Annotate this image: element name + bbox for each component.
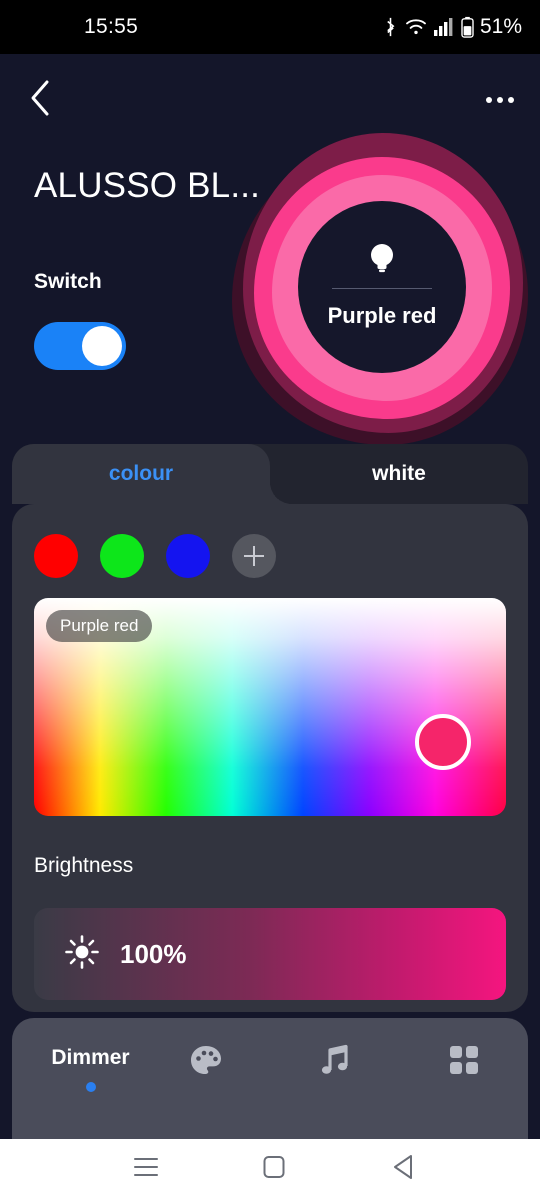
nav-item-music[interactable] [270, 1044, 399, 1114]
current-color-name: Purple red [327, 303, 437, 328]
back-button[interactable] [14, 74, 66, 126]
nav-label-dimmer: Dimmer [51, 1046, 130, 1069]
overflow-menu-icon [497, 97, 503, 103]
color-picker-thumb[interactable] [415, 714, 471, 770]
brightness-label: Brightness [34, 854, 134, 877]
android-recents-button[interactable] [120, 1144, 172, 1196]
android-back-button[interactable] [378, 1144, 430, 1196]
preset-swatch-green[interactable] [100, 534, 144, 578]
home-icon [263, 1155, 285, 1184]
overflow-menu-button[interactable] [474, 74, 526, 126]
nav-item-dimmer[interactable]: Dimmer [26, 1044, 155, 1114]
recents-icon [133, 1156, 159, 1183]
add-preset-button[interactable] [232, 534, 276, 578]
light-bulb-icon [367, 241, 397, 280]
color-picker-field[interactable]: Purple red [34, 598, 506, 816]
overflow-menu-icon [508, 97, 514, 103]
brightness-slider[interactable]: 100% [34, 908, 506, 1000]
light-status-indicator[interactable]: Purple red [232, 133, 532, 453]
status-time: 15:55 [84, 15, 139, 38]
android-home-button[interactable] [248, 1144, 300, 1196]
battery-icon [461, 16, 474, 38]
active-indicator-dot [85, 1082, 96, 1092]
sun-icon [64, 934, 100, 975]
wifi-icon [405, 18, 427, 36]
status-icons: 51% [383, 15, 522, 39]
brightness-value: 100% [120, 938, 187, 969]
phone-screen: 15:55 51% ALUSSO BL... Purple red Switch… [0, 0, 540, 1200]
back-triangle-icon [392, 1154, 416, 1185]
core-divider [332, 288, 432, 289]
android-navigation-bar [0, 1139, 540, 1200]
switch-label: Switch [34, 270, 102, 293]
overflow-menu-icon [486, 97, 492, 103]
chevron-left-icon [28, 79, 52, 122]
music-note-icon [320, 1044, 350, 1076]
nav-item-scene[interactable] [141, 1044, 270, 1114]
status-bar: 15:55 51% [0, 0, 540, 54]
colour-panel: Purple red Brightness 100% [12, 504, 528, 1012]
toggle-knob [82, 326, 122, 366]
battery-percent: 51% [479, 15, 522, 38]
nav-item-more[interactable] [399, 1044, 528, 1114]
power-switch-toggle[interactable] [34, 322, 126, 370]
preset-swatch-red[interactable] [34, 534, 78, 578]
preset-swatch-blue[interactable] [166, 534, 210, 578]
device-title: ALUSSO BL... [34, 166, 261, 205]
picker-color-label: Purple red [46, 610, 153, 642]
app-top-bar [0, 60, 540, 138]
feature-bottom-nav: Dimmer [12, 1018, 528, 1139]
tab-white[interactable]: white [270, 444, 528, 504]
preset-swatch-row [34, 534, 276, 578]
bluetooth-icon [383, 16, 398, 38]
cellular-signal-icon [433, 18, 454, 36]
light-core [298, 201, 466, 373]
grid-icon [449, 1044, 479, 1076]
tab-colour[interactable]: colour [12, 444, 270, 504]
mode-tabs: colour white [0, 444, 540, 504]
palette-icon [189, 1044, 223, 1076]
